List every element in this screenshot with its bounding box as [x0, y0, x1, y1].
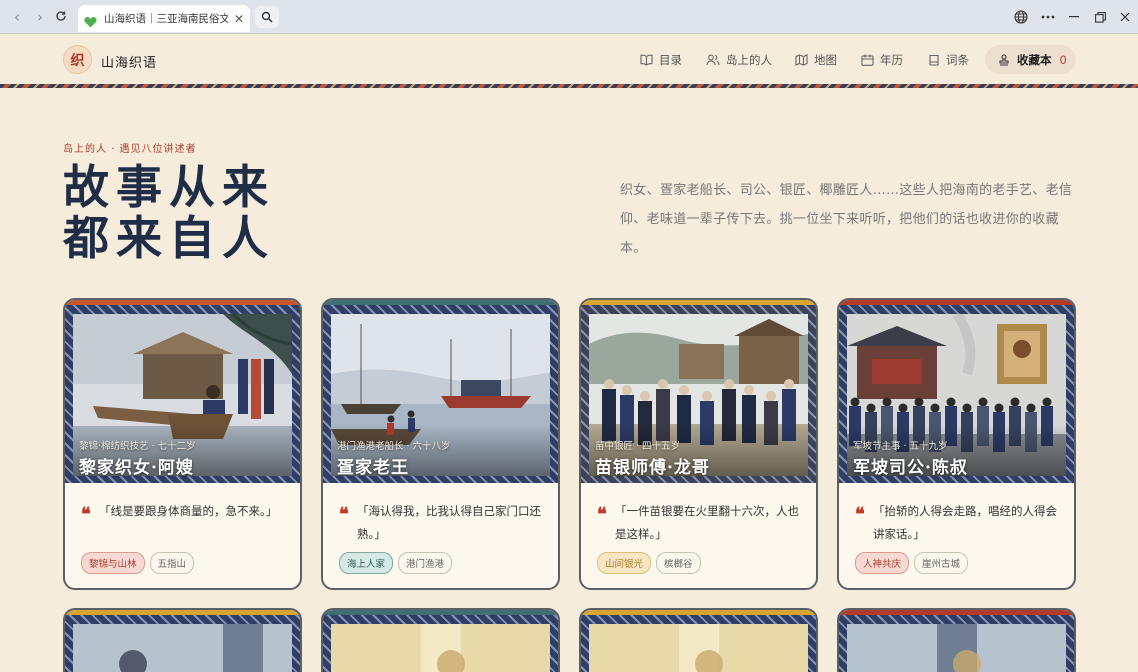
stamp-icon [999, 53, 1009, 66]
heart-favicon-icon [84, 13, 97, 28]
book-open-icon [640, 54, 653, 66]
favorites-label: 收藏本 [1017, 52, 1052, 67]
browser-tab[interactable]: 山海织语｜三亚海南民俗文化 ✕ [78, 5, 250, 32]
tag-list: 黎锦与山林 五指山 [81, 552, 195, 574]
site-header: 织 山海织语 目录 岛上的人 地图 年历 词条 收藏本 0 [0, 35, 1138, 85]
more-menu-icon[interactable] [1039, 7, 1057, 27]
nav-item-glossary[interactable]: 词条 [928, 52, 969, 68]
card-image-frame [323, 615, 558, 672]
nav-label: 目录 [659, 53, 682, 67]
storyteller-card[interactable] [837, 608, 1076, 672]
storyteller-meta: 苗中银匠 · 四十五岁 [595, 441, 681, 452]
tag[interactable]: 人神共庆 [855, 552, 910, 574]
site-name[interactable]: 山海织语 [101, 52, 157, 71]
back-icon[interactable]: ‹ [8, 8, 26, 26]
tag[interactable]: 山间银光 [597, 552, 652, 574]
minimize-icon[interactable] [1066, 7, 1082, 27]
quote-mark-icon: ❝ [339, 504, 349, 525]
forward-icon[interactable]: › [31, 8, 49, 26]
tag[interactable]: 槟榔谷 [656, 552, 701, 574]
card-image-frame: 军坡节主事 · 五十九岁 军坡司公·陈叔 [839, 305, 1074, 483]
storyteller-illustration [73, 624, 292, 672]
tag-list: 人神共庆 崖州古城 [855, 552, 969, 574]
site-logo[interactable]: 织 [63, 45, 92, 74]
section-eyebrow: 岛上的人 · 遇见八位讲述者 [63, 144, 197, 155]
hero-description: 织女、疍家老船长、司公、银匠、椰雕匠人……这些人把海南的老手艺、老信仰、老味道一… [620, 183, 1073, 256]
storyteller-card[interactable] [63, 608, 302, 672]
hero-title-line: 故事从来 [63, 160, 275, 214]
nav-label: 词条 [946, 53, 969, 67]
search-icon[interactable] [255, 6, 279, 28]
decorative-pattern-strip [0, 84, 1138, 88]
storyteller-name: 苗银师傅·龙哥 [595, 458, 710, 478]
card-image-frame [839, 615, 1074, 672]
calendar-icon [861, 54, 874, 66]
nav-label: 地图 [814, 53, 837, 67]
quote-mark-icon: ❝ [597, 504, 607, 525]
storyteller-card[interactable] [321, 608, 560, 672]
browser-chrome: ‹ › 山海织语｜三亚海南民俗文化 ✕ [0, 0, 1138, 34]
card-image-frame: 港门渔港老船长 · 六十八岁 疍家老王 [323, 305, 558, 483]
nav-item-calendar[interactable]: 年历 [861, 52, 903, 68]
nav-item-people[interactable]: 岛上的人 [706, 52, 772, 68]
storyteller-card[interactable]: 军坡节主事 · 五十九岁 军坡司公·陈叔 ❝ 「抬轿的人得会走路，唱经的人得会讲… [837, 298, 1076, 590]
storyteller-name: 疍家老王 [337, 458, 409, 478]
tag-list: 山间银光 槟榔谷 [597, 552, 701, 574]
tag-list: 海上人家 港门渔港 [339, 552, 453, 574]
storyteller-meta: 军坡节主事 · 五十九岁 [853, 441, 948, 452]
storyteller-illustration [847, 624, 1066, 672]
tag[interactable]: 港门渔港 [398, 552, 453, 574]
storyteller-card[interactable]: 港门渔港老船长 · 六十八岁 疍家老王 ❝ 「海认得我，比我认得自己家门口还熟。… [321, 298, 560, 590]
map-icon [795, 54, 808, 66]
storyteller-meta: 黎锦·棉纺织技艺 · 七十二岁 [79, 441, 196, 452]
restore-icon[interactable] [1092, 7, 1108, 27]
storyteller-quote: 「一件苗银要在火里翻十六次，人也是这样。」 [615, 504, 799, 541]
reload-icon[interactable] [52, 8, 70, 26]
storyteller-card[interactable]: 苗中银匠 · 四十五岁 苗银师傅·龙哥 ❝ 「一件苗银要在火里翻十六次，人也是这… [579, 298, 818, 590]
tag[interactable]: 五指山 [149, 552, 195, 574]
storyteller-name: 军坡司公·陈叔 [853, 458, 968, 478]
card-image-frame: 苗中银匠 · 四十五岁 苗银师傅·龙哥 [581, 305, 816, 483]
globe-icon[interactable] [1012, 7, 1030, 27]
card-image-frame [581, 615, 816, 672]
storyteller-meta: 港门渔港老船长 · 六十八岁 [337, 441, 451, 452]
storyteller-card[interactable] [579, 608, 818, 672]
bookmark-book-icon [929, 54, 939, 66]
card-image-frame: 黎锦·棉纺织技艺 · 七十二岁 黎家织女·阿嫂 [65, 305, 300, 483]
tag[interactable]: 崖州古城 [914, 552, 969, 574]
storyteller-quote: 「抬轿的人得会走路，唱经的人得会讲家话。」 [873, 504, 1057, 541]
hero-title-line: 都来自人 [63, 211, 275, 265]
quote-mark-icon: ❝ [81, 504, 91, 525]
storyteller-name: 黎家织女·阿嫂 [79, 458, 194, 478]
tab-title: 山海织语｜三亚海南民俗文化 [104, 13, 228, 25]
storyteller-illustration [331, 624, 550, 672]
tag[interactable]: 黎锦与山林 [81, 552, 145, 574]
storyteller-quote: 「线是要跟身体商量的，急不来。」 [99, 504, 278, 518]
nav-item-map[interactable]: 地图 [795, 52, 837, 68]
close-window-icon[interactable] [1117, 7, 1133, 27]
storyteller-illustration [589, 624, 808, 672]
close-tab-icon[interactable]: ✕ [234, 12, 244, 26]
nav-label: 岛上的人 [726, 53, 772, 67]
nav-item-catalog[interactable]: 目录 [640, 52, 682, 68]
card-image-frame [65, 615, 300, 672]
hero-title: 故事从来 都来自人 [63, 162, 275, 264]
favorites-button[interactable]: 收藏本 0 [985, 45, 1076, 74]
people-icon [706, 54, 720, 66]
storyteller-quote: 「海认得我，比我认得自己家门口还熟。」 [357, 504, 541, 541]
nav-label: 年历 [880, 53, 903, 67]
quote-mark-icon: ❝ [855, 504, 865, 525]
storyteller-card[interactable]: 黎锦·棉纺织技艺 · 七十二岁 黎家织女·阿嫂 ❝ 「线是要跟身体商量的，急不来… [63, 298, 302, 590]
tag[interactable]: 海上人家 [339, 552, 394, 574]
favorites-count: 0 [1059, 52, 1067, 67]
